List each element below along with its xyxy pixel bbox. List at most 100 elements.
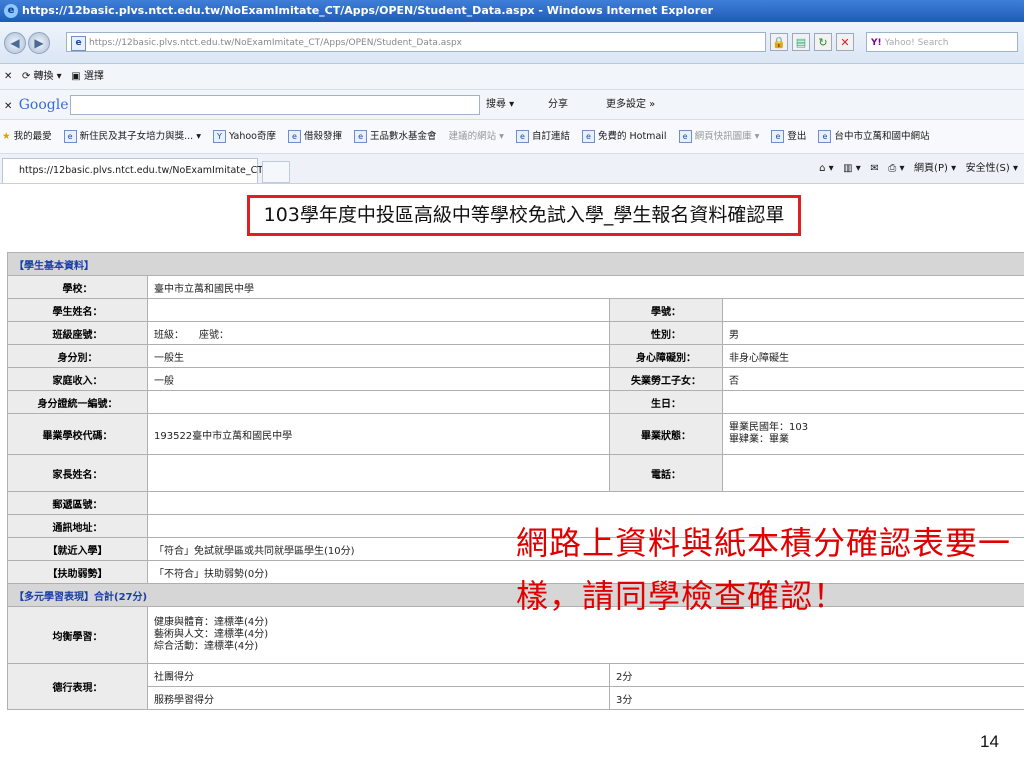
field-label: 身分別： xyxy=(7,344,148,368)
field-value: 男 xyxy=(722,321,1024,345)
field-value: 否 xyxy=(722,367,1024,391)
favorite-item[interactable]: e 自訂連結 xyxy=(515,130,570,143)
field-value xyxy=(722,454,1024,492)
table-row: 身分證統一編號： 生日： xyxy=(7,390,1024,414)
tab-bar: https://12basic.plvs.ntct.edu.tw/NoExamI… xyxy=(0,154,1024,184)
command-bar: ⌂ ▾ ▥ ▾ ✉ ⎙ ▾ 網頁(P) ▾ 安全性(S) ▾ xyxy=(819,154,1018,183)
field-label: 通訊地址： xyxy=(7,514,148,538)
forward-button[interactable]: ▶ xyxy=(28,32,50,54)
field-value: 臺中市立萬和國民中學 xyxy=(147,275,1024,299)
safety-menu[interactable]: 安全性(S) ▾ xyxy=(966,163,1018,174)
field-label: 家長姓名： xyxy=(7,454,148,492)
field-value: 社團得分 xyxy=(147,663,610,687)
tab-label: https://12basic.plvs.ntct.edu.tw/NoExamI… xyxy=(19,165,288,176)
field-label: 【就近入學】 xyxy=(7,537,148,561)
field-label: 班級座號： xyxy=(7,321,148,345)
field-value xyxy=(147,454,610,492)
translate-button[interactable]: ⟳ 轉換 ▾ xyxy=(22,71,62,82)
mail-icon[interactable]: ✉ xyxy=(870,163,878,174)
feeds-icon[interactable]: ▥ ▾ xyxy=(843,163,861,174)
stop-icon[interactable]: ✕ xyxy=(836,33,854,51)
google-logo: Google xyxy=(18,97,69,113)
field-value: 193522臺中市立萬和國民中學 xyxy=(147,413,610,455)
field-value: 班級： 座號： xyxy=(147,321,610,345)
favorite-item[interactable]: Y Yahoo奇摩 xyxy=(213,130,276,143)
favorite-item[interactable]: e 網頁快訊圖庫 ▾ xyxy=(678,130,759,143)
favorite-item[interactable]: e 登出 xyxy=(771,130,806,143)
table-row: 身分別： 一般生 身心障礙別： 非身心障礙生 xyxy=(7,344,1024,368)
field-label: 學號： xyxy=(609,298,723,322)
print-icon[interactable]: ⎙ ▾ xyxy=(888,163,904,174)
field-label: 生日： xyxy=(609,390,723,414)
table-row: 郵遞區號： xyxy=(7,491,1024,515)
field-value: 3分 xyxy=(609,686,1024,710)
field-label: 德行表現： xyxy=(7,663,148,710)
more-settings-button[interactable]: 更多設定 » xyxy=(606,90,655,119)
lock-icon[interactable]: 🔒 xyxy=(770,33,788,51)
select-button[interactable]: ▣ 選擇 xyxy=(71,71,104,82)
share-button[interactable]: 分享 xyxy=(548,90,568,119)
table-row: 服務學習得分 3分 xyxy=(8,686,1024,710)
home-icon[interactable]: ⌂ ▾ xyxy=(819,163,834,174)
field-value: 一般 xyxy=(147,367,610,391)
table-row: 班級座號： 班級： 座號： 性別： 男 xyxy=(7,321,1024,345)
field-value xyxy=(147,390,610,414)
field-value xyxy=(147,491,1024,515)
favorites-button[interactable]: ★ 我的最愛 xyxy=(2,131,52,142)
ie-logo-icon: e xyxy=(4,4,18,18)
field-label: 身心障礙別： xyxy=(609,344,723,368)
favorite-item[interactable]: e 台中市立萬和國中網站 xyxy=(818,130,929,143)
table-row: 家庭收入： 一般 失業勞工子女： 否 xyxy=(7,367,1024,391)
field-label: 家庭收入： xyxy=(7,367,148,391)
close-google-icon[interactable]: ✕ xyxy=(4,101,12,112)
field-value: 畢業民國年：103 畢肄業：畢業 xyxy=(722,413,1024,455)
address-field[interactable]: e https://12basic.plvs.ntct.edu.tw/NoExa… xyxy=(66,32,766,52)
callout-note: 網路上資料與紙本積分確認表要一樣，請同學檢查確認！ xyxy=(516,524,1012,615)
field-value: 非身心障礙生 xyxy=(722,344,1024,368)
favorite-item[interactable]: e 免費的 Hotmail xyxy=(581,130,667,143)
field-label: 畢業學校代碼： xyxy=(7,413,148,455)
field-value xyxy=(722,390,1024,414)
favorite-item[interactable]: 建議的網站 ▾ xyxy=(449,131,504,142)
refresh-icon[interactable]: ↻ xyxy=(814,33,832,51)
back-button[interactable]: ◀ xyxy=(4,32,26,54)
field-value: 服務學習得分 xyxy=(147,686,610,710)
favorite-item[interactable]: e 王品數水基金會 xyxy=(354,130,437,143)
table-row: 【學生基本資料】 xyxy=(7,252,1024,276)
field-label: 性別： xyxy=(609,321,723,345)
window-title-bar: e https://12basic.plvs.ntct.edu.tw/NoExa… xyxy=(0,0,1024,22)
field-label: 郵遞區號： xyxy=(7,491,148,515)
close-toolbar-icon[interactable]: ✕ xyxy=(4,71,12,82)
search-input[interactable]: Y! Yahoo! Search xyxy=(866,32,1018,52)
field-value xyxy=(147,298,610,322)
section-header: 【學生基本資料】 xyxy=(7,252,1024,276)
table-row: 家長姓名： 電話： xyxy=(7,454,1024,492)
table-row: 學校： 臺中市立萬和國民中學 xyxy=(7,275,1024,299)
field-label: 均衡學習： xyxy=(7,606,148,664)
field-value xyxy=(722,298,1024,322)
favorite-item[interactable]: e 借殼發揮 xyxy=(288,130,342,143)
table-row: 德行表現： 社團得分 2分 xyxy=(7,663,1024,710)
new-tab-button[interactable] xyxy=(262,161,290,183)
search-placeholder: Yahoo! Search xyxy=(884,38,949,48)
field-label: 學校： xyxy=(7,275,148,299)
favorite-item[interactable]: e 新住民及其子女培力與獎... ▾ xyxy=(63,130,201,143)
field-label: 畢業狀態： xyxy=(609,413,723,455)
table-row: 學生姓名： 學號： xyxy=(7,298,1024,322)
tab-active[interactable]: https://12basic.plvs.ntct.edu.tw/NoExamI… xyxy=(2,158,288,183)
table-row: 畢業學校代碼： 193522臺中市立萬和國民中學 畢業狀態： 畢業民國年：103… xyxy=(7,413,1024,455)
google-search-input[interactable] xyxy=(70,95,480,115)
field-value: 2分 xyxy=(609,663,1024,687)
page-title: 103學年度中投區高級中等學校免試入學_學生報名資料確認單 xyxy=(247,195,801,236)
field-label: 身分證統一編號： xyxy=(7,390,148,414)
window-title: https://12basic.plvs.ntct.edu.tw/NoExamI… xyxy=(22,4,714,17)
compat-view-icon[interactable]: ▤ xyxy=(792,33,810,51)
google-search-button[interactable]: 搜尋 ▾ xyxy=(486,90,514,119)
google-toolbar: ✕ Google 搜尋 ▾ 分享 更多設定 » xyxy=(0,90,1024,120)
field-label: 【扶助弱勢】 xyxy=(7,560,148,584)
field-label: 電話： xyxy=(609,454,723,492)
address-toolbar: ◀ ▶ e https://12basic.plvs.ntct.edu.tw/N… xyxy=(0,22,1024,64)
field-value: 一般生 xyxy=(147,344,610,368)
page-menu[interactable]: 網頁(P) ▾ xyxy=(914,163,956,174)
favorites-bar: ★ 我的最愛 e 新住民及其子女培力與獎... ▾ Y Yahoo奇摩 e 借殼發揮 … xyxy=(0,120,1024,154)
